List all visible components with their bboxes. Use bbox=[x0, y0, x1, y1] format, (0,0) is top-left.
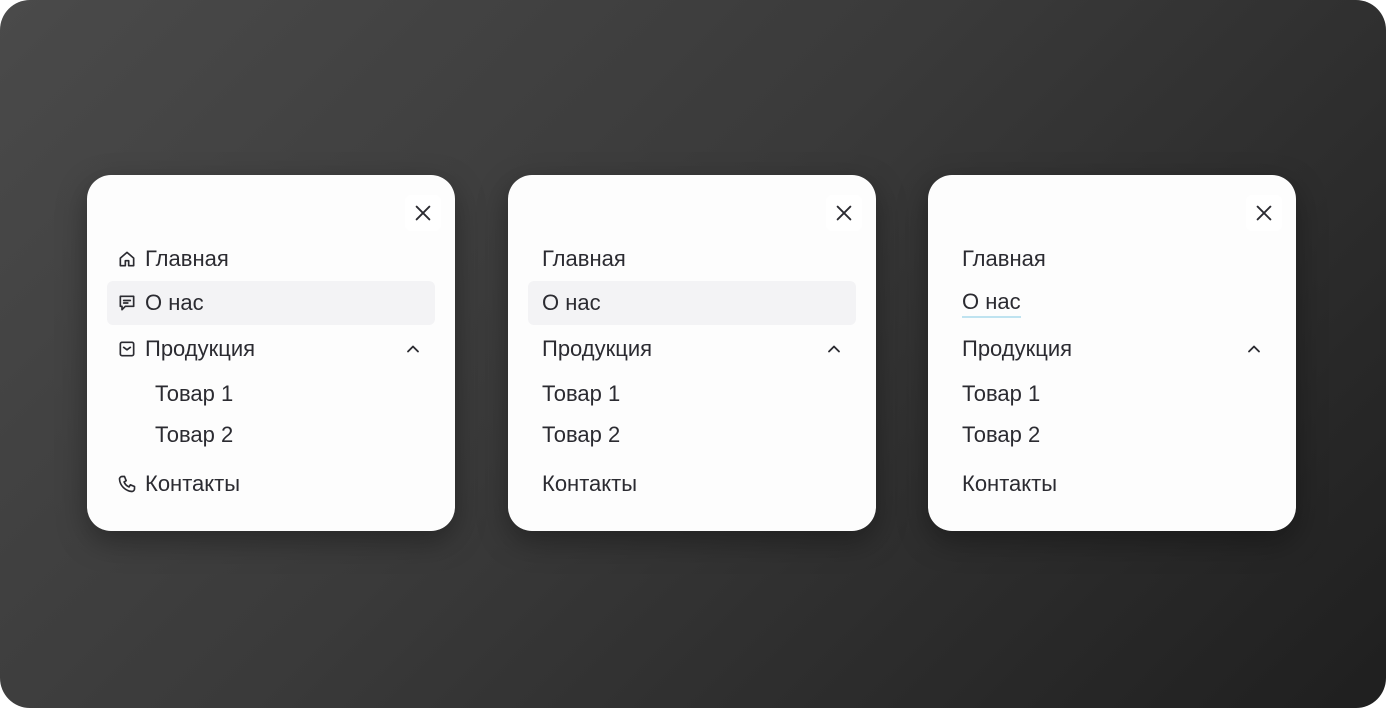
close-button[interactable] bbox=[1246, 195, 1282, 231]
menu-item-home[interactable]: Главная bbox=[948, 237, 1276, 281]
menu-item-contacts[interactable]: Контакты bbox=[528, 462, 856, 506]
chevron-up-icon[interactable] bbox=[824, 339, 844, 359]
menu-item-label: Контакты bbox=[962, 471, 1058, 496]
close-icon bbox=[836, 205, 852, 221]
phone-icon bbox=[117, 474, 137, 494]
close-button[interactable] bbox=[405, 195, 441, 231]
submenu-item-label: Товар 2 bbox=[542, 422, 621, 447]
menu-item-label: О нас bbox=[962, 289, 1021, 318]
submenu-item-label: Товар 1 bbox=[542, 381, 621, 406]
submenu-item-label: Товар 1 bbox=[962, 381, 1041, 406]
close-button[interactable] bbox=[826, 195, 862, 231]
close-icon bbox=[415, 205, 431, 221]
menu-item-home[interactable]: Главная bbox=[528, 237, 856, 281]
mobile-menu-with-icons: Главная О нас Продукция Товар 1 Товар 2 bbox=[87, 175, 455, 531]
canvas-background: Главная О нас Продукция Товар 1 Товар 2 bbox=[0, 0, 1386, 708]
menu-item-contacts[interactable]: Контакты bbox=[107, 462, 435, 506]
menu-item-products[interactable]: Продукция bbox=[528, 327, 856, 371]
submenu-item-label: Товар 2 bbox=[155, 422, 234, 447]
menu-item-products[interactable]: Продукция bbox=[948, 327, 1276, 371]
menu-item-label: О нас bbox=[542, 290, 601, 315]
mobile-menu-no-icons: Главная О нас Продукция Товар 1 Товар 2 … bbox=[508, 175, 876, 531]
menu-item-label: Главная bbox=[145, 246, 229, 271]
message-icon bbox=[117, 293, 137, 313]
menu-item-about[interactable]: О нас bbox=[948, 281, 1276, 325]
submenu-item-label: Товар 1 bbox=[155, 381, 234, 406]
chevron-up-icon[interactable] bbox=[1244, 339, 1264, 359]
inbox-icon bbox=[117, 339, 137, 359]
menu-item-label: Продукция bbox=[962, 336, 1073, 361]
mobile-menu-underline: Главная О нас Продукция Товар 1 Товар 2 … bbox=[928, 175, 1296, 531]
submenu-item-product-2[interactable]: Товар 2 bbox=[948, 415, 1276, 455]
menu-item-contacts[interactable]: Контакты bbox=[948, 462, 1276, 506]
menu-item-products[interactable]: Продукция bbox=[107, 327, 435, 371]
menu-item-about[interactable]: О нас bbox=[528, 281, 856, 325]
chevron-up-icon[interactable] bbox=[403, 339, 423, 359]
submenu-item-product-2[interactable]: Товар 2 bbox=[107, 415, 435, 455]
menu-item-label: Продукция bbox=[542, 336, 653, 361]
menu-item-label: Контакты bbox=[145, 471, 241, 496]
menu-item-label: Главная bbox=[542, 246, 626, 271]
submenu-item-product-1[interactable]: Товар 1 bbox=[948, 374, 1276, 414]
submenu-item-product-2[interactable]: Товар 2 bbox=[528, 415, 856, 455]
menu-item-label: Продукция bbox=[145, 336, 256, 361]
menu-item-about[interactable]: О нас bbox=[107, 281, 435, 325]
submenu-item-label: Товар 2 bbox=[962, 422, 1041, 447]
menu-item-home[interactable]: Главная bbox=[107, 237, 435, 281]
menu-item-label: О нас bbox=[145, 290, 204, 315]
menu-item-label: Контакты bbox=[542, 471, 638, 496]
submenu-item-product-1[interactable]: Товар 1 bbox=[528, 374, 856, 414]
close-icon bbox=[1256, 205, 1272, 221]
submenu-item-product-1[interactable]: Товар 1 bbox=[107, 374, 435, 414]
menu-item-label: Главная bbox=[962, 246, 1046, 271]
home-icon bbox=[117, 249, 137, 269]
